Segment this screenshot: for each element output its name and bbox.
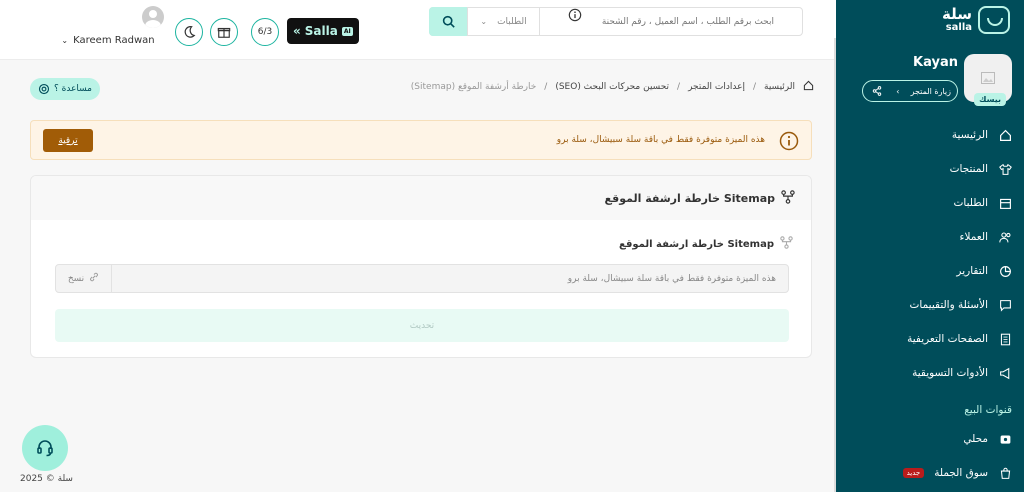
plan-badge: بيسك [974, 93, 1006, 106]
sidebar-nav: الرئيسية المنتجات الطلبات العملاء التقار… [836, 118, 1024, 490]
gift-icon [217, 27, 231, 38]
pages-icon [998, 332, 1012, 346]
field-label-text: خارطة ارشفة الموقع Sitemap [619, 238, 774, 250]
search-icon [442, 15, 455, 28]
sidebar-item-label: الأدوات التسويقية [912, 367, 988, 379]
sidebar: سلة salla بيسك Kayan ‹ زيارة المتجر الرئ… [836, 0, 1024, 492]
salla-logo-icon [978, 6, 1010, 34]
info-icon [779, 131, 799, 155]
field-label: خارطة ارشفة الموقع Sitemap [619, 236, 793, 252]
sitemap-icon [780, 236, 793, 252]
sitemap-url-value: هذه الميزة متوفرة فقط في باقة سلة سبيشال… [567, 273, 776, 284]
user-name: Kareem Radwan [73, 35, 155, 46]
sidebar-item-pages[interactable]: الصفحات التعريفية [836, 322, 1024, 356]
shirt-icon [998, 162, 1012, 176]
sidebar-item-label: التقارير [956, 265, 988, 277]
plan-warning-banner: هذه الميزة متوفرة فقط في باقة سلة سبيشال… [30, 120, 812, 160]
copyright: سلة © 2025 [20, 474, 73, 484]
copy-label: نسخ [67, 273, 85, 284]
card-title: خارطة ارشفة الموقع Sitemap [604, 191, 775, 205]
home-icon [998, 128, 1012, 142]
setup-progress-button[interactable]: 6/3 [251, 18, 279, 46]
sidebar-item-label: الطلبات [953, 197, 988, 209]
search-scope-select[interactable]: ⌄ الطلبات [467, 8, 539, 35]
link-icon [89, 272, 99, 285]
sales-channels-title: قنوات البيع [964, 404, 1012, 416]
megaphone-icon [998, 366, 1012, 380]
store-name: Kayan [913, 55, 958, 70]
sidebar-item-label: الرئيسية [951, 129, 988, 141]
sidebar-item-products[interactable]: المنتجات [836, 152, 1024, 186]
home-icon [803, 80, 814, 94]
chevron-down-icon: ⌄ [61, 36, 69, 45]
visit-store-button[interactable]: ‹ زيارة المتجر [862, 80, 958, 102]
lifebuoy-icon [38, 83, 50, 95]
breadcrumb-separator: / [677, 82, 681, 92]
sidebar-item-marketing[interactable]: الأدوات التسويقية [836, 356, 1024, 390]
info-icon[interactable] [568, 7, 582, 26]
progress-label: 6/3 [257, 27, 273, 37]
breadcrumb-separator: / [752, 82, 756, 92]
support-chat-button[interactable] [22, 425, 68, 471]
breadcrumb-seo[interactable]: تحسين محركات البحث (SEO) [555, 82, 669, 92]
moon-icon [184, 26, 196, 38]
breadcrumb-current: خارطة أرشفة الموقع (Sitemap) [410, 82, 537, 92]
salla-ai-button[interactable]: « Salla AI [287, 18, 359, 44]
ai-badge: AI [341, 26, 353, 36]
brand-arabic: سلة [942, 5, 972, 23]
headset-icon [37, 440, 53, 457]
sidebar-item-reports[interactable]: التقارير [836, 254, 1024, 288]
sidebar-item-label: الأسئلة والتقييمات [909, 299, 988, 311]
double-chevron-icon: « [293, 24, 301, 38]
sidebar-item-customers[interactable]: العملاء [836, 220, 1024, 254]
share-icon[interactable] [869, 83, 885, 99]
box-icon [998, 196, 1012, 210]
sidebar-item-local[interactable]: محلي [836, 422, 1024, 456]
sidebar-item-label: الصفحات التعريفية [907, 333, 988, 345]
sidebar-item-label: المنتجات [949, 163, 988, 175]
sidebar-item-label: سوق الجملة [934, 467, 988, 479]
warning-text: هذه الميزة متوفرة فقط في باقة سلة سبيشال… [556, 135, 765, 145]
sidebar-item-orders[interactable]: الطلبات [836, 186, 1024, 220]
breadcrumb-separator: / [544, 82, 548, 92]
sitemap-icon [781, 189, 795, 207]
sidebar-item-label: محلي [963, 433, 988, 445]
new-badge: جديد [902, 468, 925, 478]
bag-icon [998, 466, 1012, 480]
pie-chart-icon [998, 264, 1012, 278]
card-header: خارطة ارشفة الموقع Sitemap [31, 176, 811, 220]
breadcrumb-home[interactable]: الرئيسية [764, 82, 795, 92]
comment-icon [998, 298, 1012, 312]
sidebar-item-wholesale[interactable]: جديد سوق الجملة [836, 456, 1024, 490]
visit-store-label: زيارة المتجر [910, 86, 951, 96]
brand-english: salla [945, 22, 972, 33]
upgrade-button[interactable]: ترقية [43, 129, 93, 152]
help-button[interactable]: مساعدة ؟ [30, 78, 100, 100]
gift-button[interactable] [210, 18, 238, 46]
sitemap-card: خارطة ارشفة الموقع Sitemap خارطة ارشفة ا… [30, 175, 812, 358]
sitemap-field: نسخ هذه الميزة متوفرة فقط في باقة سلة سب… [55, 264, 789, 293]
avatar [142, 6, 164, 28]
brand-logo[interactable]: سلة salla [942, 6, 1010, 34]
sidebar-item-label: العملاء [959, 231, 988, 243]
top-bar: ⌄ الطلبات « Salla AI 6/3 ⌄ Kareem Radwan [0, 0, 836, 60]
user-menu[interactable]: ⌄ Kareem Radwan [52, 6, 164, 46]
chevron-down-icon: ⌄ [480, 17, 488, 26]
salla-label: Salla [304, 24, 338, 38]
users-icon [998, 230, 1012, 244]
chevron-left-icon: ‹ [896, 86, 900, 96]
sidebar-item-reviews[interactable]: الأسئلة والتقييمات [836, 288, 1024, 322]
copy-button[interactable]: نسخ [56, 265, 112, 292]
search-button[interactable] [429, 6, 467, 36]
sidebar-item-home[interactable]: الرئيسية [836, 118, 1024, 152]
breadcrumb: الرئيسية / إعدادات المتجر / تحسين محركات… [411, 80, 814, 94]
search-scope-label: الطلبات [497, 16, 527, 27]
update-button[interactable]: تحديث [55, 309, 789, 342]
store-icon [998, 432, 1012, 446]
help-label: مساعدة ؟ [53, 84, 93, 94]
breadcrumb-settings[interactable]: إعدادات المتجر [688, 82, 745, 92]
dark-mode-button[interactable] [175, 18, 203, 46]
image-icon [981, 72, 995, 84]
search-bar: ⌄ الطلبات [429, 6, 803, 36]
